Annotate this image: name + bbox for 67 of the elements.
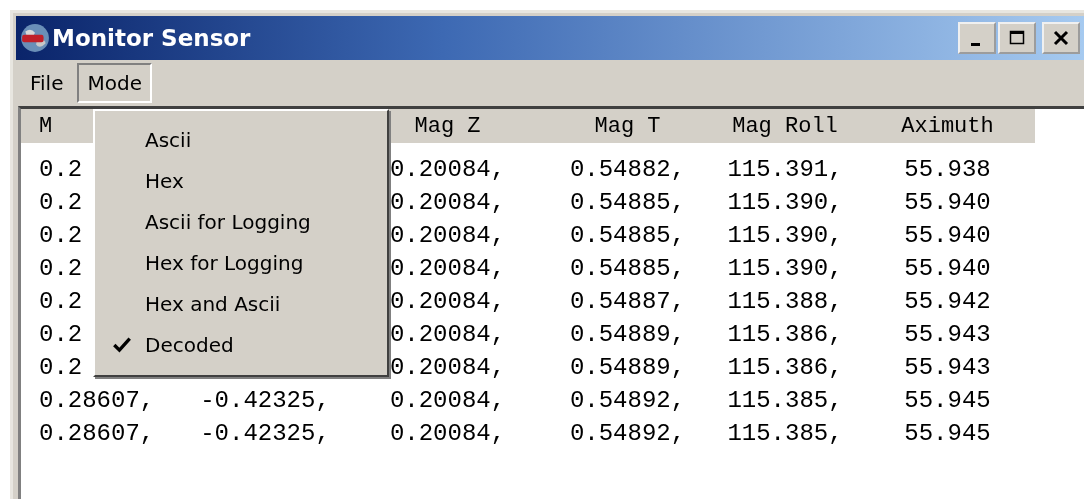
table-cell: 0.54887, bbox=[569, 288, 686, 315]
menu-item[interactable]: File bbox=[20, 63, 74, 103]
close-icon bbox=[1051, 28, 1071, 48]
table-cell: 55.938 bbox=[904, 156, 991, 183]
table-cell: 115.388, bbox=[727, 288, 843, 315]
minimize-icon bbox=[970, 42, 980, 46]
table-cell: 0.54892, bbox=[569, 420, 686, 447]
table-cell: 115.385, bbox=[727, 420, 843, 447]
table-cell: 55.940 bbox=[904, 189, 991, 216]
menu-option[interactable]: Ascii bbox=[95, 119, 387, 160]
maximize-button[interactable] bbox=[998, 22, 1036, 54]
table-cell: 0.28607, bbox=[39, 387, 155, 414]
table-cell: 115.385, bbox=[727, 387, 843, 414]
menu-option[interactable]: Ascii for Logging bbox=[95, 201, 387, 242]
menu-option[interactable]: Decoded bbox=[95, 324, 387, 365]
table-cell: 55.943 bbox=[904, 354, 991, 381]
globe-icon bbox=[20, 23, 50, 53]
column-header: Aximuth bbox=[901, 113, 994, 139]
window-title: Monitor Sensor bbox=[52, 25, 251, 51]
table-cell: 0.20084, bbox=[389, 255, 506, 282]
column-header: Mag Z bbox=[414, 113, 481, 139]
table-cell: 0.20084, bbox=[389, 156, 506, 183]
table-cell: 0.2 bbox=[39, 189, 83, 216]
table-cell: 0.54882, bbox=[569, 156, 686, 183]
table-cell: 0.20084, bbox=[389, 321, 506, 348]
menu-option[interactable]: Hex bbox=[95, 160, 387, 201]
table-cell: 115.390, bbox=[727, 255, 843, 282]
table-cell: 0.20084, bbox=[389, 354, 506, 381]
table-cell: 0.54892, bbox=[569, 387, 686, 414]
table-cell: 55.945 bbox=[904, 420, 991, 447]
table-cell: 115.390, bbox=[727, 189, 843, 216]
table-cell: 0.20084, bbox=[389, 222, 506, 249]
table-cell: 0.20084, bbox=[389, 420, 506, 447]
table-cell: 115.390, bbox=[727, 222, 843, 249]
table-cell: 0.54889, bbox=[569, 354, 686, 381]
table-cell: 0.2 bbox=[39, 354, 83, 381]
table-cell: 55.942 bbox=[904, 288, 991, 315]
column-header: M bbox=[39, 113, 53, 139]
table-cell: 55.945 bbox=[904, 387, 991, 414]
menu-item[interactable]: Mode bbox=[77, 63, 152, 103]
table-cell: 0.2 bbox=[39, 288, 83, 315]
table-cell: 0.54885, bbox=[569, 222, 686, 249]
table-cell: 55.943 bbox=[904, 321, 991, 348]
table-cell: 0.2 bbox=[39, 156, 83, 183]
minimize-button[interactable] bbox=[958, 22, 996, 54]
table-cell: 55.940 bbox=[904, 255, 991, 282]
table-cell: 115.386, bbox=[727, 321, 843, 348]
table-cell: 0.54889, bbox=[569, 321, 686, 348]
table-cell: 0.2 bbox=[39, 222, 83, 249]
table-cell: 115.391, bbox=[727, 156, 843, 183]
table-cell: -0.42325, bbox=[200, 387, 330, 414]
table-cell: 115.386, bbox=[727, 354, 843, 381]
table-cell: 0.20084, bbox=[389, 288, 506, 315]
table-cell: 0.20084, bbox=[389, 189, 506, 216]
column-header: Mag Roll bbox=[732, 113, 838, 139]
close-button[interactable] bbox=[1042, 22, 1080, 54]
table-cell: 0.2 bbox=[39, 321, 83, 348]
table-cell: 0.2 bbox=[39, 255, 83, 282]
table-cell: 0.54885, bbox=[569, 189, 686, 216]
menu-option[interactable]: Hex for Logging bbox=[95, 242, 387, 283]
table-cell: 55.940 bbox=[904, 222, 991, 249]
table-cell: 0.28607, bbox=[39, 420, 155, 447]
column-header: Mag T bbox=[594, 113, 661, 139]
table-cell: -0.42325, bbox=[200, 420, 330, 447]
table-cell: 0.54885, bbox=[569, 255, 686, 282]
table-cell: 0.20084, bbox=[389, 387, 506, 414]
menu-option[interactable]: Hex and Ascii bbox=[95, 283, 387, 324]
